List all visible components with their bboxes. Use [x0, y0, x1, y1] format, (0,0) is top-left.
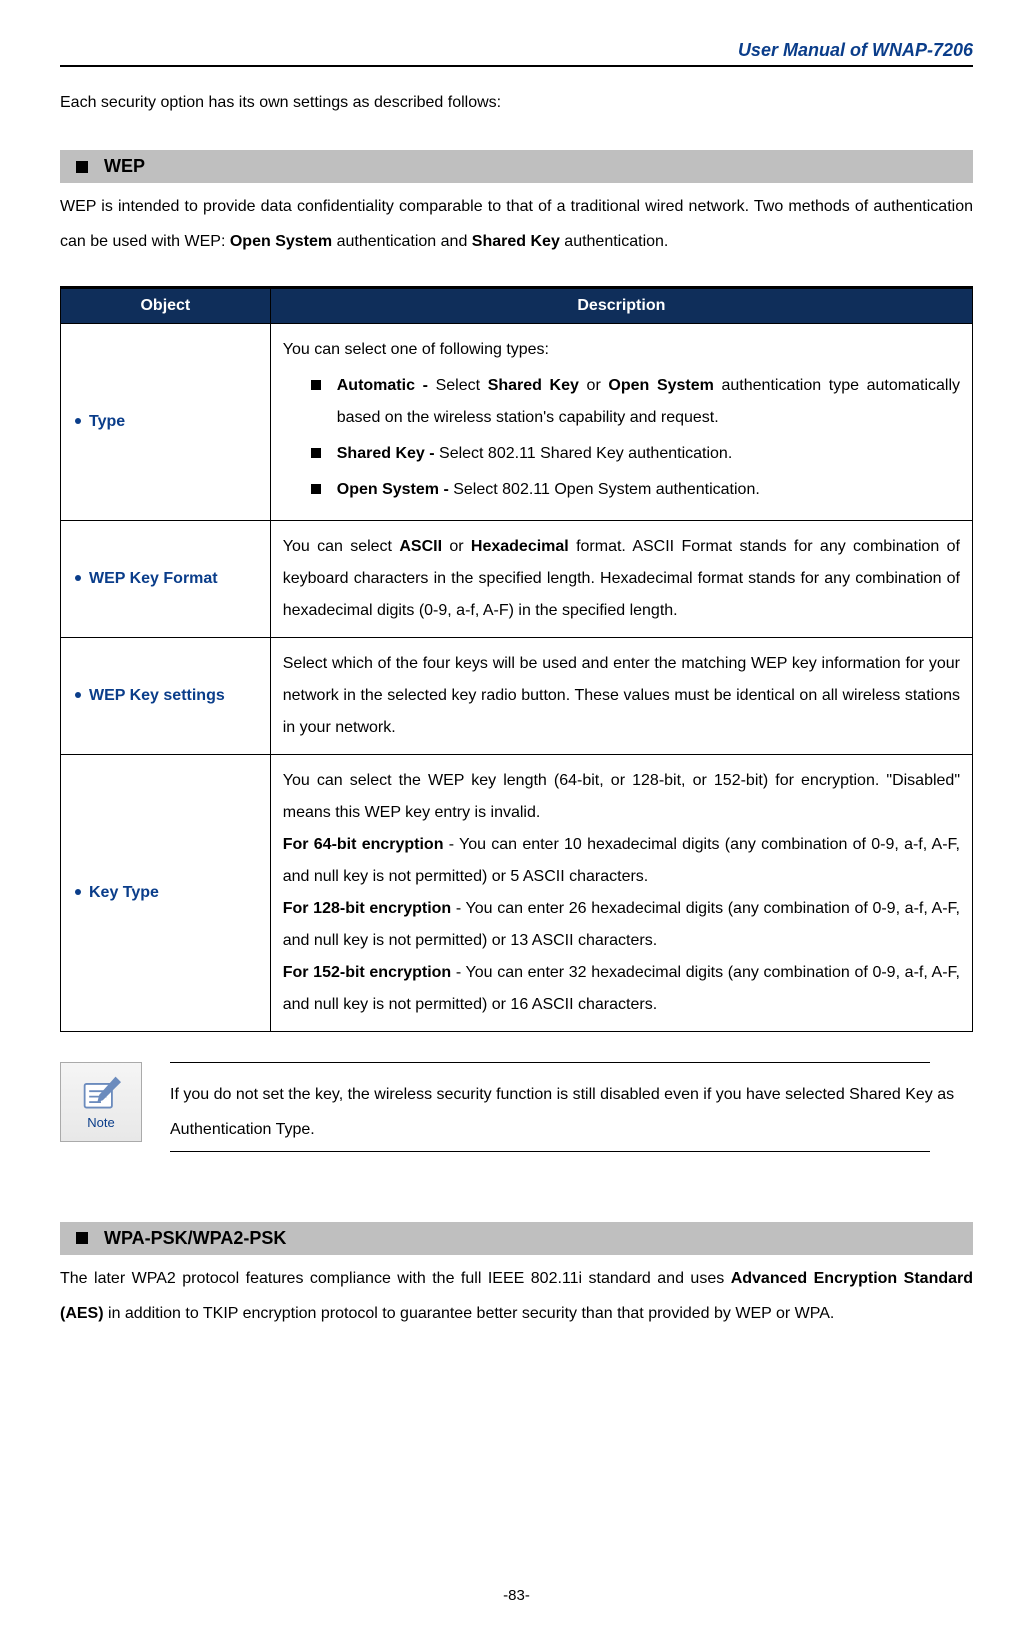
pencil-note-icon	[79, 1073, 123, 1113]
desc-lead: You can select one of following types:	[283, 334, 960, 366]
bullet-dot-icon	[75, 889, 81, 895]
t: or	[442, 538, 471, 555]
wep-desc-part2: authentication and	[332, 233, 472, 250]
bullet-dot-icon	[75, 575, 81, 581]
square-bullet-icon	[311, 484, 321, 494]
b: For 128-bit encryption	[283, 900, 451, 917]
t: The later WPA2 protocol features complia…	[60, 1270, 731, 1287]
square-bullet-icon	[311, 380, 321, 390]
b: Hexadecimal	[471, 538, 569, 555]
note-body: If you do not set the key, the wireless …	[170, 1062, 973, 1162]
object-label: Type	[89, 413, 125, 430]
sub-bullet: Shared Key - Select 802.11 Shared Key au…	[311, 438, 960, 470]
wep-desc-bold1: Open System	[230, 233, 332, 250]
square-bullet-icon	[311, 448, 321, 458]
object-label: Key Type	[89, 884, 159, 901]
square-bullet-icon	[76, 161, 88, 173]
object-cell: WEP Key settings	[61, 637, 271, 754]
enc-line: For 128-bit encryption - You can enter 2…	[283, 893, 960, 957]
table-header-object: Object	[61, 287, 271, 323]
object-cell: Key Type	[61, 754, 271, 1031]
enc-line: For 64-bit encryption - You can enter 10…	[283, 829, 960, 893]
table-row: Key Type You can select the WEP key leng…	[61, 754, 973, 1031]
header-divider	[60, 65, 973, 67]
description-cell: You can select ASCII or Hexadecimal form…	[270, 520, 972, 637]
b: Automatic -	[337, 377, 436, 394]
b: Shared Key	[488, 377, 579, 394]
note-text: If you do not set the key, the wireless …	[170, 1073, 973, 1151]
page-header-title: User Manual of WNAP-7206	[60, 40, 973, 65]
enc-line: For 152-bit encryption - You can enter 3…	[283, 957, 960, 1021]
page-number: -83-	[0, 1587, 1033, 1604]
bullet-text: Shared Key - Select 802.11 Shared Key au…	[337, 438, 960, 470]
t: Select 802.11 Shared Key authentication.	[439, 445, 732, 462]
object-cell: Type	[61, 323, 271, 520]
t: You can select	[283, 538, 400, 555]
bullet-dot-icon	[75, 418, 81, 424]
t: in addition to TKIP encryption protocol …	[104, 1305, 835, 1322]
object-cell: WEP Key Format	[61, 520, 271, 637]
object-label: WEP Key settings	[89, 687, 225, 704]
b: Open System	[608, 377, 713, 394]
intro-text: Each security option has its own setting…	[60, 85, 973, 120]
t: or	[579, 377, 609, 394]
b: Shared Key -	[337, 445, 439, 462]
object-label: WEP Key Format	[89, 570, 218, 587]
b: For 64-bit encryption	[283, 836, 444, 853]
description-cell: Select which of the four keys will be us…	[270, 637, 972, 754]
section-heading-wpa: WPA-PSK/WPA2-PSK	[60, 1222, 973, 1255]
section-heading-wep: WEP	[60, 150, 973, 183]
b: For 152-bit encryption	[283, 964, 451, 981]
wpa-description: The later WPA2 protocol features complia…	[60, 1261, 973, 1331]
sub-bullet: Automatic - Select Shared Key or Open Sy…	[311, 370, 960, 434]
note-divider-top	[170, 1062, 930, 1063]
section-title-wep: WEP	[104, 156, 145, 177]
bullet-text: Automatic - Select Shared Key or Open Sy…	[337, 370, 960, 434]
sub-bullet: Open System - Select 802.11 Open System …	[311, 474, 960, 506]
b: Open System -	[337, 481, 453, 498]
table-row: WEP Key settings Select which of the fou…	[61, 637, 973, 754]
section-title-wpa: WPA-PSK/WPA2-PSK	[104, 1228, 286, 1249]
description-cell: You can select the WEP key length (64-bi…	[270, 754, 972, 1031]
t: Select which of the four keys will be us…	[283, 655, 960, 736]
t: Select 802.11 Open System authentication…	[453, 481, 760, 498]
wep-settings-table: Object Description Type You can select o…	[60, 286, 973, 1032]
description-cell: You can select one of following types: A…	[270, 323, 972, 520]
note-label: Note	[87, 1115, 114, 1130]
b: ASCII	[399, 538, 442, 555]
t: Select	[436, 377, 488, 394]
wep-desc-bold2: Shared Key	[472, 233, 560, 250]
note-divider-bottom	[170, 1151, 930, 1152]
note-icon: Note	[60, 1062, 142, 1142]
wep-desc-part3: authentication.	[560, 233, 669, 250]
wep-description: WEP is intended to provide data confiden…	[60, 189, 973, 259]
t: You can select the WEP key length (64-bi…	[283, 765, 960, 829]
note-block: Note If you do not set the key, the wire…	[60, 1062, 973, 1162]
bullet-dot-icon	[75, 692, 81, 698]
table-header-description: Description	[270, 287, 972, 323]
table-row: Type You can select one of following typ…	[61, 323, 973, 520]
square-bullet-icon	[76, 1232, 88, 1244]
bullet-text: Open System - Select 802.11 Open System …	[337, 474, 960, 506]
table-row: WEP Key Format You can select ASCII or H…	[61, 520, 973, 637]
